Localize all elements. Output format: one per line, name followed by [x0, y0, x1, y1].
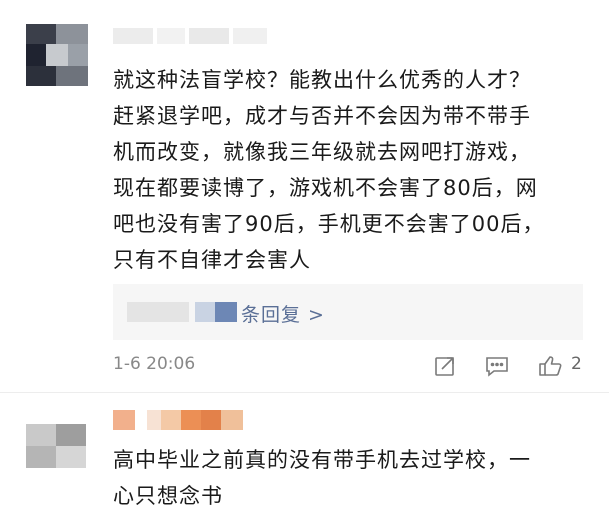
reply-summary[interactable]: 条回复 >: [113, 284, 583, 340]
avatar[interactable]: [26, 424, 86, 468]
comment-text: 就这种法盲学校？能教出什么优秀的人才？ 赶紧退学吧，成才与否并不会因为带不带手 …: [113, 68, 545, 272]
reply-count-blur: [195, 302, 215, 322]
reply-count-blur: [215, 302, 237, 322]
timestamp: 1-6 20:06: [113, 354, 196, 374]
comment-meta: 1-6 20:06 2: [113, 352, 587, 380]
view-replies-link[interactable]: 条回复 >: [241, 300, 325, 327]
share-icon[interactable]: [431, 352, 459, 380]
reply-user-blur: [127, 302, 189, 322]
comment-item: 就这种法盲学校？能教出什么优秀的人才？ 赶紧退学吧，成才与否并不会因为带不带手 …: [0, 0, 609, 393]
comment-icon[interactable]: [483, 352, 511, 380]
like-count: 2: [571, 354, 582, 374]
comment-text: 高中毕业之前真的没有带手机去过学校，一 心只想念书: [113, 448, 531, 508]
avatar[interactable]: [26, 24, 88, 86]
like-icon[interactable]: [537, 352, 565, 380]
comment-item: 高中毕业之前真的没有带手机去过学校，一 心只想念书: [0, 392, 609, 524]
